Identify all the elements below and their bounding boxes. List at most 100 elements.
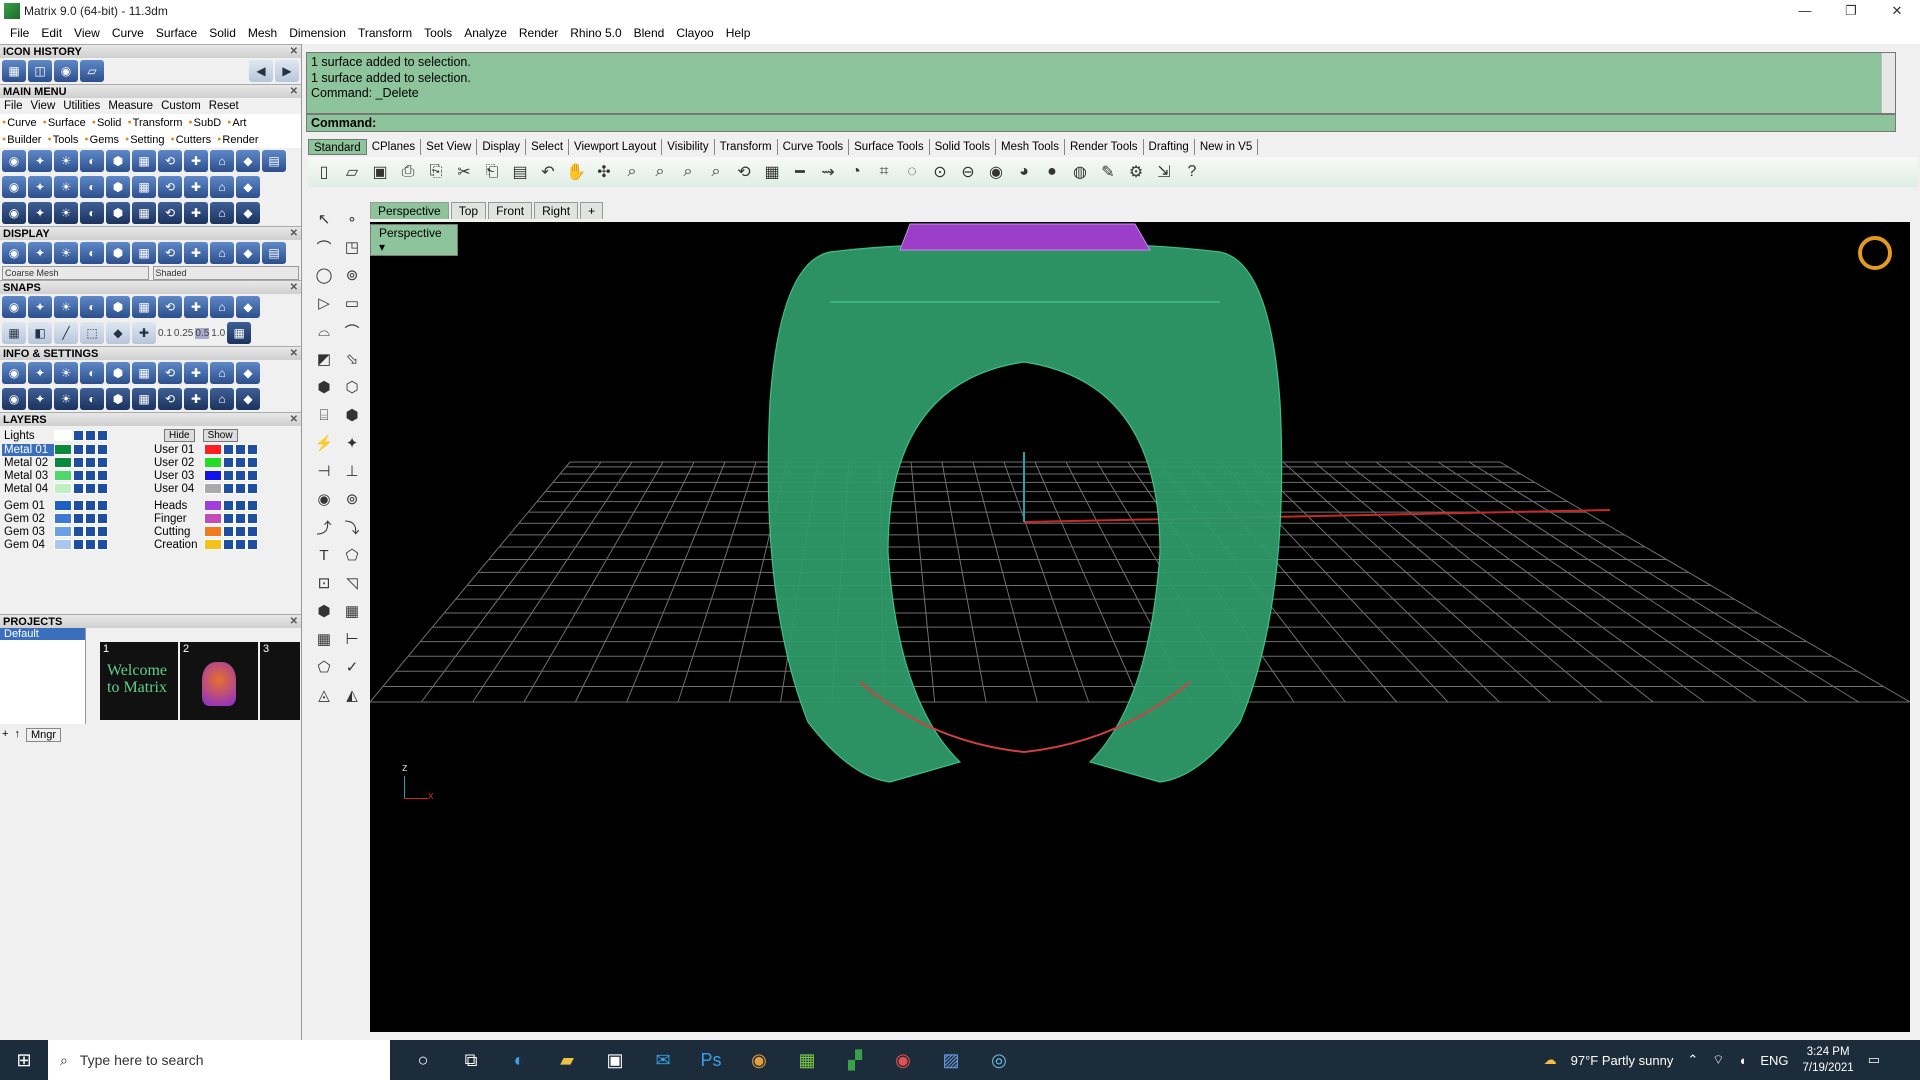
layer-toggle-icon[interactable] xyxy=(223,500,234,511)
photos-icon[interactable]: ▨ xyxy=(934,1043,968,1077)
layer-toggle-icon[interactable] xyxy=(97,500,108,511)
menu-clayoo[interactable]: Clayoo xyxy=(670,26,719,40)
snap-diamond-icon[interactable]: ◆ xyxy=(106,322,130,344)
main-menu-tool-icon[interactable]: ⬢ xyxy=(106,150,130,172)
matrix-icon[interactable]: ▞ xyxy=(838,1043,872,1077)
layer-toggle-icon[interactable] xyxy=(223,483,234,494)
notifications-icon[interactable]: ▭ xyxy=(1868,1052,1880,1068)
toolbar-tool-icon[interactable]: ⇝ xyxy=(816,160,840,184)
layer-toggle-icon[interactable] xyxy=(73,483,84,494)
tab-set-view[interactable]: Set View xyxy=(421,139,478,155)
layer-color-swatch[interactable] xyxy=(54,470,72,481)
layer-color-swatch[interactable] xyxy=(204,500,222,511)
info-tool-icon[interactable]: ⌂ xyxy=(210,388,234,410)
layer-row[interactable]: Creation xyxy=(152,537,258,552)
mesh-quality-select[interactable]: Coarse Mesh xyxy=(2,266,149,280)
snap-tool-icon[interactable]: ⌂ xyxy=(210,296,234,318)
windows-start-icon[interactable]: ⊞ xyxy=(0,1040,48,1080)
layer-toggle-icon[interactable] xyxy=(85,539,96,550)
main-menu-tool-icon[interactable]: ☀ xyxy=(54,176,78,198)
viewport-tab-add[interactable]: + xyxy=(580,202,604,219)
close-icon[interactable]: ✕ xyxy=(290,281,298,295)
side-tool-icon[interactable]: ⊥ xyxy=(338,457,366,485)
snap-tool-icon[interactable]: ☀ xyxy=(54,296,78,318)
layer-toggle-icon[interactable] xyxy=(97,483,108,494)
main-menu-utilities[interactable]: Utilities xyxy=(63,100,100,112)
layer-toggle-icon[interactable] xyxy=(247,500,258,511)
main-menu-tool-icon[interactable]: ⌂ xyxy=(210,176,234,198)
layer-toggle-icon[interactable] xyxy=(223,470,234,481)
layer-color-swatch[interactable] xyxy=(54,526,72,537)
side-tool-icon[interactable]: ⌸ xyxy=(310,401,338,429)
side-tool-icon[interactable]: ◹ xyxy=(338,569,366,597)
close-button[interactable]: ✕ xyxy=(1874,0,1920,22)
toolbar-tool-icon[interactable]: ⎗ xyxy=(480,160,504,184)
close-icon[interactable]: ✕ xyxy=(290,347,298,361)
layer-color-swatch[interactable] xyxy=(54,500,72,511)
layer-color-swatch[interactable] xyxy=(204,539,222,550)
layer-lights[interactable]: Lights xyxy=(2,428,108,443)
layer-color-swatch[interactable] xyxy=(54,483,72,494)
main-menu-tool-icon[interactable]: ⟲ xyxy=(158,202,182,224)
display-tool-icon[interactable]: ◐ xyxy=(80,242,104,264)
tab-standard[interactable]: Standard xyxy=(308,139,367,155)
layer-toggle-icon[interactable] xyxy=(223,526,234,537)
toolbar-tool-icon[interactable]: ✋ xyxy=(564,160,588,184)
info-tool-icon[interactable]: ⌂ xyxy=(210,362,234,384)
side-tool-icon[interactable]: ↖ xyxy=(310,205,338,233)
info-tool-icon[interactable]: ◆ xyxy=(236,388,260,410)
side-tool-icon[interactable]: ▷ xyxy=(310,289,338,317)
layer-toggle-icon[interactable] xyxy=(85,457,96,468)
layer-row[interactable]: User 04 xyxy=(152,481,258,496)
chrome-icon[interactable]: ◉ xyxy=(742,1043,776,1077)
layer-toggle-icon[interactable] xyxy=(73,539,84,550)
layer-toggle-icon[interactable] xyxy=(85,444,96,455)
side-tool-icon[interactable]: ⊢ xyxy=(338,625,366,653)
display-tool-icon[interactable]: ☀ xyxy=(54,242,78,264)
display-mode-select[interactable]: Shaded xyxy=(152,266,299,280)
volume-icon[interactable]: ◖ xyxy=(1739,1053,1747,1068)
layer-toggle-icon[interactable] xyxy=(85,470,96,481)
display-tool-icon[interactable]: ⌂ xyxy=(210,242,234,264)
cortana-icon[interactable]: ○ xyxy=(406,1043,440,1077)
menu-curve[interactable]: Curve xyxy=(106,26,150,40)
command-prompt[interactable]: Command: xyxy=(306,114,1896,132)
main-menu-tool-icon[interactable]: ◉ xyxy=(2,150,26,172)
layer-toggle-icon[interactable] xyxy=(223,513,234,524)
layer-toggle-icon[interactable] xyxy=(85,500,96,511)
layer-color-swatch[interactable] xyxy=(54,444,72,455)
side-tool-icon[interactable]: ⬢ xyxy=(310,597,338,625)
snap-value[interactable]: 0.1 xyxy=(158,328,172,339)
side-tool-icon[interactable]: ◉ xyxy=(310,485,338,513)
close-icon[interactable]: ✕ xyxy=(290,227,298,241)
toolbar-tool-icon[interactable]: ⌕ xyxy=(648,160,672,184)
info-tool-icon[interactable]: ⟲ xyxy=(158,362,182,384)
toolbar-tool-icon[interactable]: ⎘ xyxy=(424,160,448,184)
viewport-tab-front[interactable]: Front xyxy=(488,202,533,219)
main-menu-tool-icon[interactable]: ⬢ xyxy=(106,202,130,224)
main-menu-tool-icon[interactable]: ⌂ xyxy=(210,202,234,224)
side-tool-icon[interactable]: ⌓ xyxy=(310,317,338,345)
grid-toggle-icon[interactable]: ▦ xyxy=(227,322,252,344)
layer-row[interactable]: Metal 04 xyxy=(2,481,108,496)
tab-surface-tools[interactable]: Surface Tools xyxy=(849,139,930,155)
side-tool-icon[interactable]: ∘ xyxy=(338,205,366,233)
toolbar-tool-icon[interactable]: ✣ xyxy=(592,160,616,184)
toolbar-tool-icon[interactable]: ⌗ xyxy=(872,160,896,184)
tab-curve-tools[interactable]: Curve Tools xyxy=(778,139,850,155)
info-tool-icon[interactable]: ◆ xyxy=(236,362,260,384)
toolbar-tool-icon[interactable]: ⊖ xyxy=(956,160,980,184)
main-menu-file[interactable]: File xyxy=(4,100,23,112)
layer-toggle-icon[interactable] xyxy=(85,526,96,537)
menu-blend[interactable]: Blend xyxy=(628,26,671,40)
folder-open-icon[interactable]: ▱ xyxy=(80,60,104,82)
info-tool-icon[interactable]: ▦ xyxy=(132,388,156,410)
toolbar-tool-icon[interactable]: ▣ xyxy=(368,160,392,184)
main-menu-tool-icon[interactable]: ✚ xyxy=(184,150,208,172)
menu-mesh[interactable]: Mesh xyxy=(242,26,283,40)
snap-tool-icon[interactable]: ⬢ xyxy=(106,296,130,318)
main-menu-tool-icon[interactable]: ✚ xyxy=(184,176,208,198)
show-button[interactable]: Show xyxy=(202,429,238,442)
main-menu-tool-icon[interactable]: ✦ xyxy=(28,176,52,198)
layer-toggle-icon[interactable] xyxy=(247,470,258,481)
